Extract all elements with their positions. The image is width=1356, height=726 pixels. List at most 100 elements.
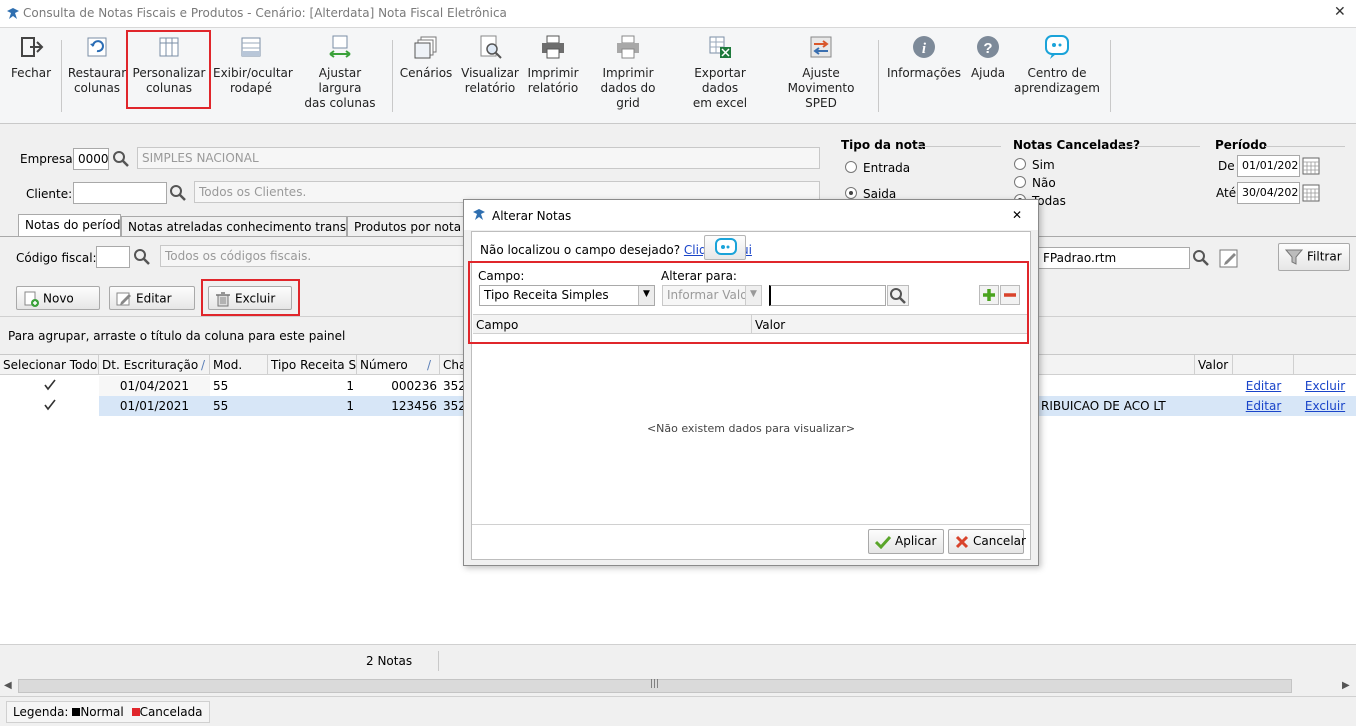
- tipo-nota-title: Tipo da nota: [841, 138, 926, 152]
- visualizar-label-2: relatório: [464, 81, 516, 95]
- nao-label: Não: [1032, 176, 1056, 190]
- exit-icon: [21, 37, 44, 57]
- row-checkbox[interactable]: [0, 376, 99, 396]
- ajustar-largura-button[interactable]: Ajustar largura das colunas: [297, 34, 383, 111]
- periodo-title: Período: [1215, 138, 1268, 152]
- dialog-title: Alterar Notas: [492, 209, 572, 223]
- entrada-label: Entrada: [863, 161, 911, 175]
- col-numero[interactable]: Número /: [357, 355, 440, 375]
- exibir-label-1: Exibir/ocultar: [213, 66, 293, 80]
- col-dt-escrituracao[interactable]: Dt. Escrituração /: [99, 355, 210, 375]
- scroll-left-icon[interactable]: ◀: [4, 680, 12, 691]
- restaurar-colunas-button[interactable]: Restaurar colunas: [66, 34, 128, 96]
- tab-produtos-nota[interactable]: Produtos por nota do: [347, 216, 480, 236]
- search-icon[interactable]: [167, 182, 189, 204]
- edit-report-icon[interactable]: [1218, 247, 1240, 269]
- fechar-label: Fechar: [10, 66, 52, 80]
- cliente-label: Cliente:: [26, 187, 73, 201]
- footer-toggle-icon: [241, 37, 261, 57]
- footer-divider: [438, 651, 439, 671]
- empresa-label: Empresa:: [20, 152, 77, 166]
- dialog-titlebar: Alterar Notas ✕: [464, 200, 1038, 230]
- empty-grid-message: <Não existem dados para visualizar>: [646, 422, 856, 435]
- col-selecionar-todos[interactable]: Selecionar Todos: [0, 355, 99, 375]
- imprimir-grid-label-1: Imprimir: [602, 66, 654, 80]
- tab-notas-atreladas[interactable]: Notas atreladas conhecimento transporte: [121, 216, 378, 236]
- cliente-field[interactable]: [73, 182, 167, 204]
- col-editar: [1233, 355, 1294, 375]
- fechar-button[interactable]: Fechar: [8, 34, 54, 81]
- visualizar-relatorio-button[interactable]: Visualizar relatório: [460, 34, 520, 96]
- ajuste-movimento-sped-button[interactable]: Ajuste Movimento SPED: [772, 34, 870, 111]
- col-valor[interactable]: Valor: [1195, 355, 1233, 375]
- calendar-icon[interactable]: [1300, 182, 1322, 204]
- sort-icon: /: [200, 358, 205, 372]
- row-checkbox[interactable]: [0, 396, 99, 416]
- print-grid-icon: [617, 35, 639, 59]
- search-icon[interactable]: [110, 148, 132, 170]
- data-inicial-field[interactable]: 01/01/2021: [1237, 155, 1300, 177]
- exportar-excel-button[interactable]: Exportar dados em excel: [676, 34, 764, 111]
- novo-button[interactable]: Novo: [16, 286, 100, 310]
- chat-bubble-icon: [1045, 35, 1069, 59]
- editar-button[interactable]: Editar: [109, 286, 195, 310]
- scroll-right-icon[interactable]: ▶: [1342, 680, 1350, 691]
- filtrar-button[interactable]: Filtrar: [1278, 243, 1350, 271]
- data-final-field[interactable]: 30/04/2021: [1237, 182, 1300, 204]
- app-logo-icon: [473, 209, 485, 220]
- de-label: De: [1218, 159, 1235, 173]
- informacoes-button[interactable]: i Informações: [886, 34, 962, 81]
- checkmark-icon: [43, 379, 56, 391]
- cell-tipo: 1: [346, 379, 354, 393]
- cell-numero: 123456: [391, 399, 437, 413]
- imprimir-label-1: Imprimir: [527, 66, 579, 80]
- aplicar-button[interactable]: Aplicar: [868, 529, 944, 554]
- filtrar-label: Filtrar: [1307, 249, 1342, 264]
- col-tipo-receita[interactable]: Tipo Receita Sin: [268, 355, 357, 375]
- imprimir-dados-grid-button[interactable]: Imprimir dados do grid: [588, 34, 668, 111]
- imprimir-grid-label-2: dados do grid: [600, 81, 656, 110]
- legend-cancelada: Cancelada: [139, 705, 203, 719]
- dialog-footer-line: [472, 524, 1030, 525]
- row-editar-link[interactable]: Editar: [1233, 396, 1294, 416]
- empresa-code-field[interactable]: 00003: [73, 148, 109, 170]
- cenarios-button[interactable]: Cenários: [399, 34, 453, 81]
- codigo-fiscal-field[interactable]: [96, 246, 130, 268]
- horizontal-scrollbar[interactable]: ◀ ||| ▶: [0, 676, 1356, 696]
- checkmark-icon: [43, 399, 56, 411]
- search-icon[interactable]: [1190, 247, 1212, 269]
- row-excluir-link[interactable]: Excluir: [1294, 396, 1356, 416]
- radio-nao[interactable]: [1014, 176, 1026, 188]
- close-window-button[interactable]: ✕: [1334, 4, 1346, 20]
- search-icon[interactable]: [131, 246, 153, 268]
- learning-center-button[interactable]: [704, 235, 746, 260]
- row-excluir-link[interactable]: Excluir: [1294, 376, 1356, 396]
- col-mod[interactable]: Mod.: [210, 355, 268, 375]
- total-notas: 2 Notas: [366, 654, 413, 668]
- tab-notas-periodo[interactable]: Notas do período: [18, 214, 128, 236]
- radio-sim[interactable]: [1014, 158, 1026, 170]
- legend-bar: Legenda: Normal Cancelada: [0, 696, 1356, 726]
- hint-text: Não localizou o campo desejado?: [480, 243, 681, 257]
- group-line: [1265, 146, 1345, 147]
- centro-aprendizagem-button[interactable]: Centro de aprendizagem: [1014, 34, 1100, 96]
- highlight-campo-section: [468, 261, 1029, 344]
- calendar-icon[interactable]: [1300, 155, 1322, 177]
- informacoes-label: Informações: [886, 66, 962, 80]
- highlight-personalizar: [126, 30, 211, 109]
- group-line: [1120, 146, 1200, 147]
- radio-entrada[interactable]: [845, 161, 857, 173]
- report-file-field[interactable]: FPadrao.rtm: [1038, 247, 1190, 269]
- legend-label: Legenda:: [13, 705, 69, 719]
- radio-saida[interactable]: [845, 187, 857, 199]
- ajuda-button[interactable]: ? Ajuda: [968, 34, 1008, 81]
- centro-label-1: Centro de: [1027, 66, 1087, 80]
- sort-icon: /: [426, 358, 431, 372]
- col-excluir: [1294, 355, 1356, 375]
- exibir-ocultar-rodape-button[interactable]: Exibir/ocultar rodapé: [213, 34, 293, 96]
- cancelar-button[interactable]: Cancelar: [948, 529, 1026, 554]
- dialog-close-button[interactable]: ✕: [1012, 208, 1022, 222]
- imprimir-relatorio-button[interactable]: Imprimir relatório: [526, 34, 580, 96]
- row-editar-link[interactable]: Editar: [1233, 376, 1294, 396]
- sim-label: Sim: [1032, 158, 1055, 172]
